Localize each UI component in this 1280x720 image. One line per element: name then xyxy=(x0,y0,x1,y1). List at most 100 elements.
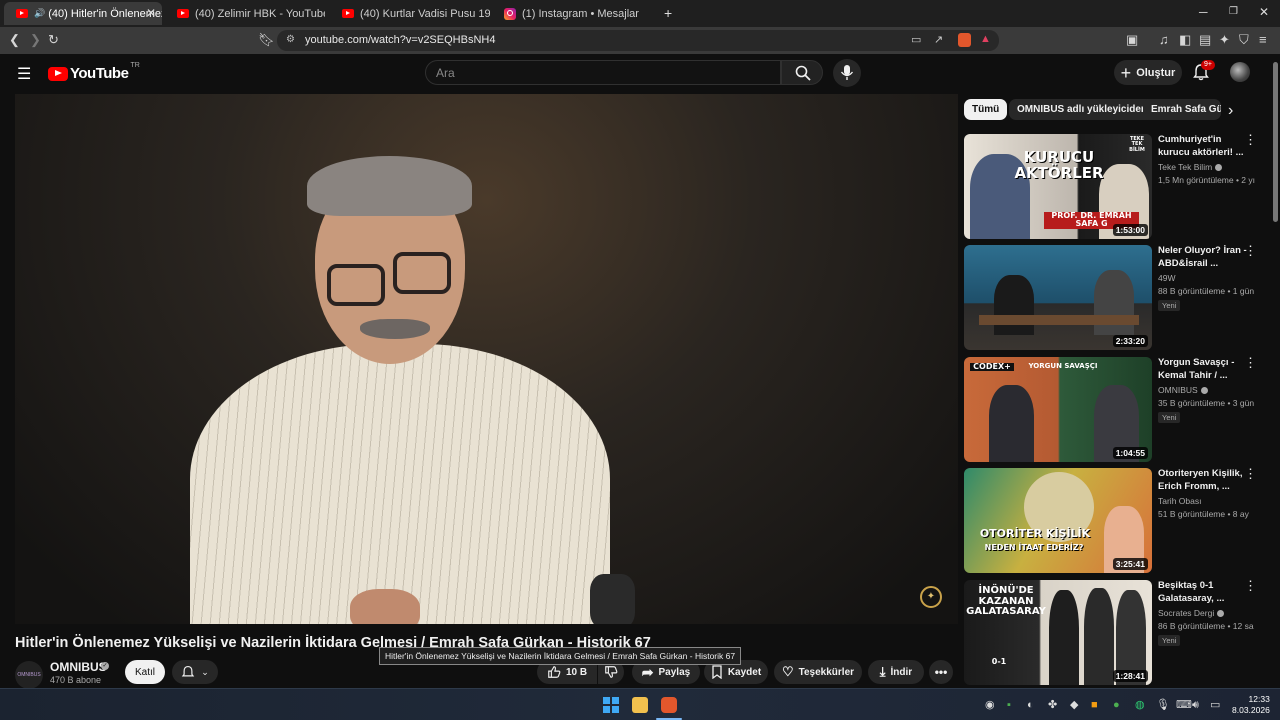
menu-icon[interactable]: ≡ xyxy=(1259,32,1267,48)
recommendation-item[interactable]: 2:33:20 Neler Oluyor? İran - ABD&İsrail … xyxy=(964,244,1264,351)
more-vertical-icon[interactable]: ⋮ xyxy=(1244,244,1257,257)
video-thumbnail[interactable]: OTORİTER KİŞİLİK NEDEN İTAAT EDERİZ? 3:2… xyxy=(964,468,1152,573)
subscribed-notifications-button[interactable]: ⌄ xyxy=(172,660,218,684)
more-actions-button[interactable]: ••• xyxy=(929,660,953,684)
scrollbar-thumb[interactable] xyxy=(1273,62,1278,222)
brave-browser-icon[interactable] xyxy=(661,697,677,713)
chevron-right-icon[interactable]: › xyxy=(1228,102,1233,120)
recommendation-title[interactable]: Beşiktaş 0-1 Galatasaray, ... xyxy=(1158,580,1250,605)
tray-app-icon[interactable]: ◐ xyxy=(1027,698,1034,712)
battery-icon[interactable]: ▭ xyxy=(1210,698,1220,712)
network-icon[interactable]: ⌨ xyxy=(1176,698,1192,712)
recommendation-item[interactable]: KURUCU AKTÖRLER PROF. DR. EMRAH SAFA G T… xyxy=(964,133,1264,240)
browser-tab[interactable]: (40) Zelimir HBK - YouTube xyxy=(165,2,325,25)
recommendation-meta: 86 B görüntüleme • 12 sa xyxy=(1158,621,1254,631)
create-button[interactable]: + Oluştur xyxy=(1114,60,1182,85)
video-thumbnail[interactable]: İNÖNÜ'DE KAZANAN GALATASARAY 0-1 1:28:41 xyxy=(964,580,1152,685)
thumbnail-person xyxy=(989,385,1034,462)
recommendation-item[interactable]: CODEX+ YORGUN SAVAŞÇI 1:04:55 Yorgun Sav… xyxy=(964,356,1264,463)
chip-all[interactable]: Tümü xyxy=(964,99,1008,120)
more-vertical-icon[interactable]: ⋮ xyxy=(1244,579,1257,592)
volume-icon[interactable]: 🔊︎ xyxy=(1192,698,1199,712)
tray-app-icon[interactable]: ◆ xyxy=(1070,698,1078,712)
leo-ai-icon[interactable]: ✦ xyxy=(1219,32,1230,48)
verified-icon: ✓ xyxy=(101,662,109,670)
tray-app-icon[interactable]: ✤ xyxy=(1048,698,1057,712)
thanks-button[interactable]: ♡ Teşekkürler xyxy=(774,660,862,684)
video-thumbnail[interactable]: 2:33:20 xyxy=(964,245,1152,350)
forward-icon[interactable]: ❯ xyxy=(30,32,41,48)
thumbnail-desk xyxy=(979,315,1139,325)
video-player[interactable]: ✦ xyxy=(15,94,958,624)
vpn-icon[interactable]: ⛉ xyxy=(1239,32,1249,48)
tray-app-icon[interactable]: ◉ xyxy=(985,698,995,712)
new-tab-icon[interactable]: + xyxy=(664,5,672,21)
recommendation-title[interactable]: Cumhuriyet'in kurucu aktörleri! ... xyxy=(1158,134,1250,159)
tray-app-icon[interactable]: ■ xyxy=(1091,698,1098,712)
share-page-icon[interactable]: ↗ xyxy=(934,33,943,46)
microphone-tray-icon[interactable]: 🎙︎ xyxy=(1156,698,1170,712)
recommendation-title[interactable]: Otoriteryen Kişilik, Erich Fromm, ... xyxy=(1158,468,1250,493)
bookmark-icon[interactable]: 🔖︎ xyxy=(258,32,275,48)
title-tooltip: Hitler'in Önlenemez Yükselişi ve Naziler… xyxy=(379,647,742,665)
tray-app-icon[interactable]: ▪ xyxy=(1007,698,1011,712)
browser-toolbar: ❮ ❯ ↻ 🔖︎ ⚙ youtube.com/watch?v=v2SEQHBsN… xyxy=(0,27,1280,54)
media-icon[interactable]: ♫ xyxy=(1159,32,1169,48)
channel-avatar[interactable]: OMNIBUS xyxy=(15,661,43,689)
more-vertical-icon[interactable]: ⋮ xyxy=(1244,133,1257,146)
thumbnail-person xyxy=(994,275,1034,335)
chip-related-person[interactable]: Emrah Safa Gür xyxy=(1143,99,1221,120)
voice-search-button[interactable] xyxy=(833,59,861,87)
recommendation-title[interactable]: Yorgun Savaşçı - Kemal Tahir / ... xyxy=(1158,357,1250,382)
browser-tab-active[interactable]: 🔊 (40) Hitler'in Önlenemez Yükse ✕ xyxy=(4,2,162,25)
avatar[interactable] xyxy=(1230,62,1250,82)
recommendation-item[interactable]: OTORİTER KİŞİLİK NEDEN İTAAT EDERİZ? 3:2… xyxy=(964,467,1264,574)
join-button[interactable]: Katıl xyxy=(125,660,165,684)
video-thumbnail[interactable]: KURUCU AKTÖRLER PROF. DR. EMRAH SAFA G T… xyxy=(964,134,1152,239)
search-placeholder: Ara xyxy=(436,66,455,80)
country-code: TR xyxy=(130,62,140,69)
guide-menu-icon[interactable]: ☰ xyxy=(17,64,31,84)
brave-rewards-icon[interactable]: ▲ xyxy=(980,33,991,45)
window-close-icon[interactable]: ✕ xyxy=(1259,5,1269,19)
recommendation-title[interactable]: Neler Oluyor? İran - ABD&İsrail ... xyxy=(1158,245,1250,270)
cast-icon[interactable]: ▭ xyxy=(911,33,921,46)
search-button[interactable] xyxy=(781,60,823,85)
tray-app-icon[interactable]: ◍ xyxy=(1135,698,1145,712)
back-icon[interactable]: ❮ xyxy=(9,32,20,48)
page-scrollbar[interactable] xyxy=(1271,54,1280,688)
download-icon: ⤓ xyxy=(879,664,886,679)
brave-shields-icon[interactable] xyxy=(958,33,971,47)
browser-tab[interactable]: (40) Kurtlar Vadisi Pusu 194. Bölüm - xyxy=(330,2,490,25)
recommendation-meta: 88 B görüntüleme • 1 gün xyxy=(1158,286,1255,296)
new-badge: Yeni xyxy=(1158,300,1181,311)
wallet-icon[interactable]: ▤ xyxy=(1199,32,1211,48)
verified-icon xyxy=(1217,610,1225,618)
more-vertical-icon[interactable]: ⋮ xyxy=(1244,467,1257,480)
duration-badge: 1:04:55 xyxy=(1112,447,1148,459)
file-explorer-icon[interactable] xyxy=(632,697,648,713)
browser-tab[interactable]: (1) Instagram • Mesajlar xyxy=(492,2,652,25)
restore-icon[interactable]: ❐ xyxy=(1229,6,1238,17)
more-vertical-icon[interactable]: ⋮ xyxy=(1244,356,1257,369)
windows-start-icon[interactable] xyxy=(603,697,619,713)
reader-mode-icon[interactable]: ▣ xyxy=(1126,32,1138,48)
annotation-badge-icon[interactable]: ✦ xyxy=(920,586,942,608)
chip-from-uploader[interactable]: OMNIBUS adlı yükleyiciden xyxy=(1009,99,1156,120)
tab-close-icon[interactable]: ✕ xyxy=(146,6,156,20)
recommendation-item[interactable]: İNÖNÜ'DE KAZANAN GALATASARAY 0-1 1:28:41… xyxy=(964,579,1264,686)
reload-icon[interactable]: ↻ xyxy=(48,32,59,48)
thumbnail-subtitle: NEDEN İTAAT EDERİZ? xyxy=(984,543,1084,552)
youtube-logo[interactable]: YouTube TR xyxy=(48,62,140,82)
site-settings-icon[interactable]: ⚙ xyxy=(286,34,295,45)
video-thumbnail[interactable]: CODEX+ YORGUN SAVAŞÇI 1:04:55 xyxy=(964,357,1152,462)
channel-name[interactable]: OMNIBUS xyxy=(50,660,107,674)
search-input[interactable]: Ara xyxy=(425,60,781,85)
address-bar[interactable]: ⚙ youtube.com/watch?v=v2SEQHBsNH4 ▭ ↗ ▲ xyxy=(277,30,999,51)
sidebar-icon[interactable]: ◧ xyxy=(1179,32,1191,48)
thumbnail-score: 0-1 xyxy=(991,657,1007,666)
taskbar-clock[interactable]: 12:33 8.03.2026 xyxy=(1232,694,1270,716)
minimize-icon[interactable]: ─ xyxy=(1199,5,1208,19)
download-button[interactable]: ⤓ İndir xyxy=(868,660,924,684)
tray-app-icon[interactable]: ● xyxy=(1113,698,1120,712)
